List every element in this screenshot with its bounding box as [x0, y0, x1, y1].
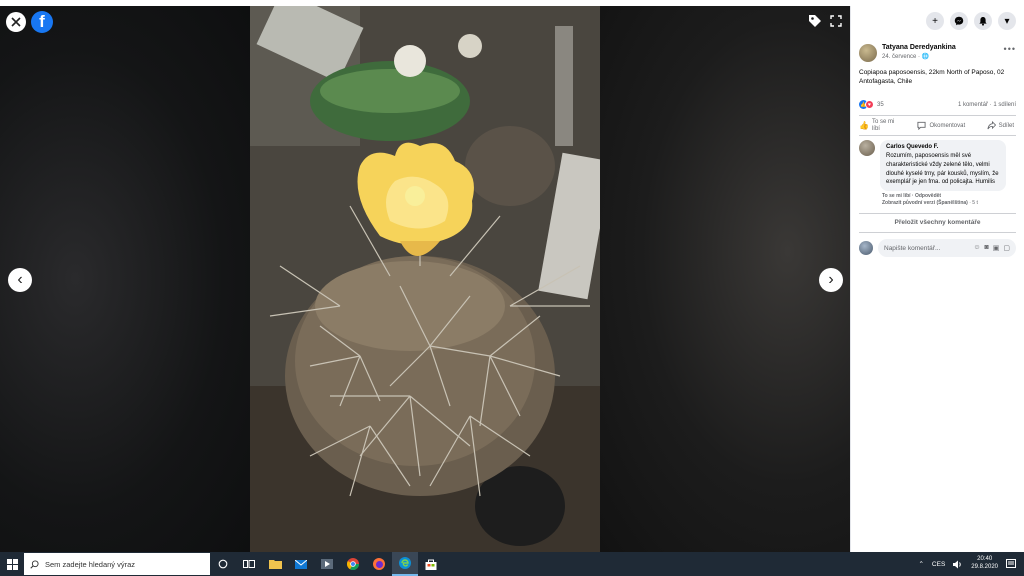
author-avatar[interactable] — [859, 44, 877, 62]
screen: f ‹ › + ▾ Tatyana Deredyankina 24. červe… — [0, 0, 1024, 576]
chrome-icon — [347, 558, 359, 570]
task-view-icon — [243, 560, 255, 568]
comment-button[interactable]: Okomentovat — [917, 119, 965, 132]
language-indicator[interactable]: CES — [932, 561, 945, 568]
like-button[interactable]: 👍 To se mi líbí — [859, 119, 896, 132]
post-caption: Copiapoa paposoensis, 22km North of Papo… — [859, 69, 1005, 86]
reaction-count[interactable]: 35 — [877, 102, 884, 108]
task-view-button[interactable] — [236, 552, 262, 576]
love-reaction-icon: ♥ — [865, 100, 874, 110]
comment-text: Rozumím, paposoensis měl své charakteris… — [886, 153, 999, 186]
folder-icon — [268, 560, 282, 569]
gif-icon[interactable]: ▣ — [993, 244, 1000, 252]
show-original-link[interactable]: Zobrazit původní verzi (Španělština) — [882, 200, 968, 206]
messenger-icon — [954, 16, 964, 26]
volume-icon[interactable] — [953, 560, 963, 569]
like-label: To se mi líbí — [871, 119, 895, 132]
emoji-icon[interactable]: ☺ — [973, 244, 980, 252]
facebook-logo-letter: f — [39, 12, 45, 31]
file-explorer-button[interactable] — [262, 552, 288, 576]
commenter-avatar[interactable] — [859, 140, 875, 157]
clock-time: 20:40 — [977, 556, 993, 563]
comment-label: Okomentovat — [929, 122, 966, 129]
close-button[interactable] — [6, 12, 26, 32]
camera-icon[interactable]: ◙ — [985, 244, 989, 252]
commenter-name[interactable]: Carlos Quevedo F. — [886, 144, 1000, 150]
close-icon — [11, 17, 21, 27]
edge-icon — [399, 557, 411, 569]
firefox-button[interactable] — [366, 552, 392, 576]
firefox-icon — [373, 558, 385, 570]
comments-shares-count[interactable]: 1 komentář · 1 sdílení — [958, 102, 1016, 108]
sticker-icon[interactable]: ▢ — [1003, 244, 1010, 252]
notifications-button[interactable] — [974, 12, 992, 30]
expand-icon — [830, 15, 842, 27]
circle-icon — [218, 559, 228, 569]
post-stats: 👍 ♥ 35 1 komentář · 1 sdílení — [851, 86, 1024, 110]
share-button[interactable]: Sdílet — [987, 119, 1014, 132]
thumbs-up-icon: 👍 — [859, 121, 869, 131]
comment-input-icons: ☺ ◙ ▣ ▢ — [973, 244, 1010, 252]
comment-links: To se mi líbí · Odpovědět Zobrazit původ… — [851, 191, 1024, 207]
taskbar-search-placeholder: Sem zadejte hledaný výraz — [45, 559, 136, 569]
chevron-left-icon: ‹ — [17, 271, 23, 288]
comment: Carlos Quevedo F. Rozumím, paposoensis m… — [851, 136, 1024, 192]
chevron-up-icon[interactable]: ⌃ — [918, 560, 923, 568]
chevron-right-icon: › — [828, 271, 834, 288]
taskbar: Sem zadejte hledaný výraz ⌃ CES 20:40 29… — [0, 552, 1024, 576]
tag-icon — [809, 15, 821, 27]
plus-icon: + — [932, 15, 938, 27]
caret-down-icon: ▾ — [1004, 15, 1010, 27]
blurred-background-left — [0, 6, 250, 552]
clock-date: 29.8.2020 — [971, 564, 998, 570]
photo-viewer: f ‹ › — [0, 6, 850, 552]
cactus-photo — [250, 6, 600, 552]
author-name[interactable]: Tatyana Deredyankina — [882, 44, 956, 51]
taskbar-search[interactable]: Sem zadejte hledaný výraz — [24, 553, 210, 575]
start-button[interactable] — [0, 552, 24, 576]
previous-photo-button[interactable]: ‹ — [8, 268, 32, 292]
post-header: Tatyana Deredyankina 24. července · 🌐 ••… — [851, 36, 1024, 62]
mail-icon — [295, 559, 307, 569]
write-comment-row: Napište komentář... ☺ ◙ ▣ ▢ — [851, 233, 1024, 258]
comment-icon — [917, 122, 927, 131]
store-button[interactable] — [418, 552, 444, 576]
tag-button[interactable] — [806, 12, 824, 30]
store-bag-icon — [425, 559, 437, 570]
panel-top-bar: + ▾ — [851, 6, 1024, 36]
notification-center-icon[interactable] — [1006, 559, 1016, 569]
post-date[interactable]: 24. července · 🌐 — [882, 53, 956, 60]
chrome-button[interactable] — [340, 552, 366, 576]
search-icon — [30, 559, 39, 569]
clock[interactable]: 20:40 29.8.2020 — [971, 556, 998, 572]
current-user-avatar — [859, 241, 873, 256]
translate-all-comments[interactable]: Přeložit všechny komentáře — [851, 214, 1024, 226]
facebook-logo[interactable]: f — [31, 11, 53, 33]
blurred-background-right — [600, 6, 850, 552]
create-button[interactable]: + — [926, 12, 944, 30]
bell-icon — [979, 17, 987, 26]
comment-time: · 5 t — [969, 200, 978, 207]
cortana-button[interactable] — [210, 552, 236, 576]
media-player-button[interactable] — [314, 552, 340, 576]
mail-button[interactable] — [288, 552, 314, 576]
comment-input[interactable]: Napište komentář... ☺ ◙ ▣ ▢ — [878, 239, 1016, 258]
edge-button[interactable] — [392, 552, 418, 576]
account-menu-button[interactable]: ▾ — [998, 12, 1016, 30]
post-panel: + ▾ Tatyana Deredyankina 24. července · … — [850, 6, 1024, 552]
comment-input-placeholder: Napište komentář... — [884, 244, 941, 252]
messenger-button[interactable] — [950, 12, 968, 30]
post-actions: 👍 To se mi líbí Okomentovat Sdílet — [851, 116, 1024, 135]
next-photo-button[interactable]: › — [819, 268, 843, 292]
post-options-button[interactable]: ••• — [1004, 44, 1016, 54]
share-label: Sdílet — [998, 122, 1014, 129]
comment-original-link-row: Zobrazit původní verzi (Španělština) · 5… — [882, 200, 1024, 207]
share-icon — [987, 121, 996, 130]
system-tray: ⌃ CES 20:40 29.8.2020 — [918, 556, 1024, 572]
windows-icon — [6, 558, 18, 570]
fullscreen-button[interactable] — [828, 13, 844, 29]
comment-bubble: Carlos Quevedo F. Rozumím, paposoensis m… — [880, 140, 1006, 192]
film-icon — [321, 559, 333, 569]
